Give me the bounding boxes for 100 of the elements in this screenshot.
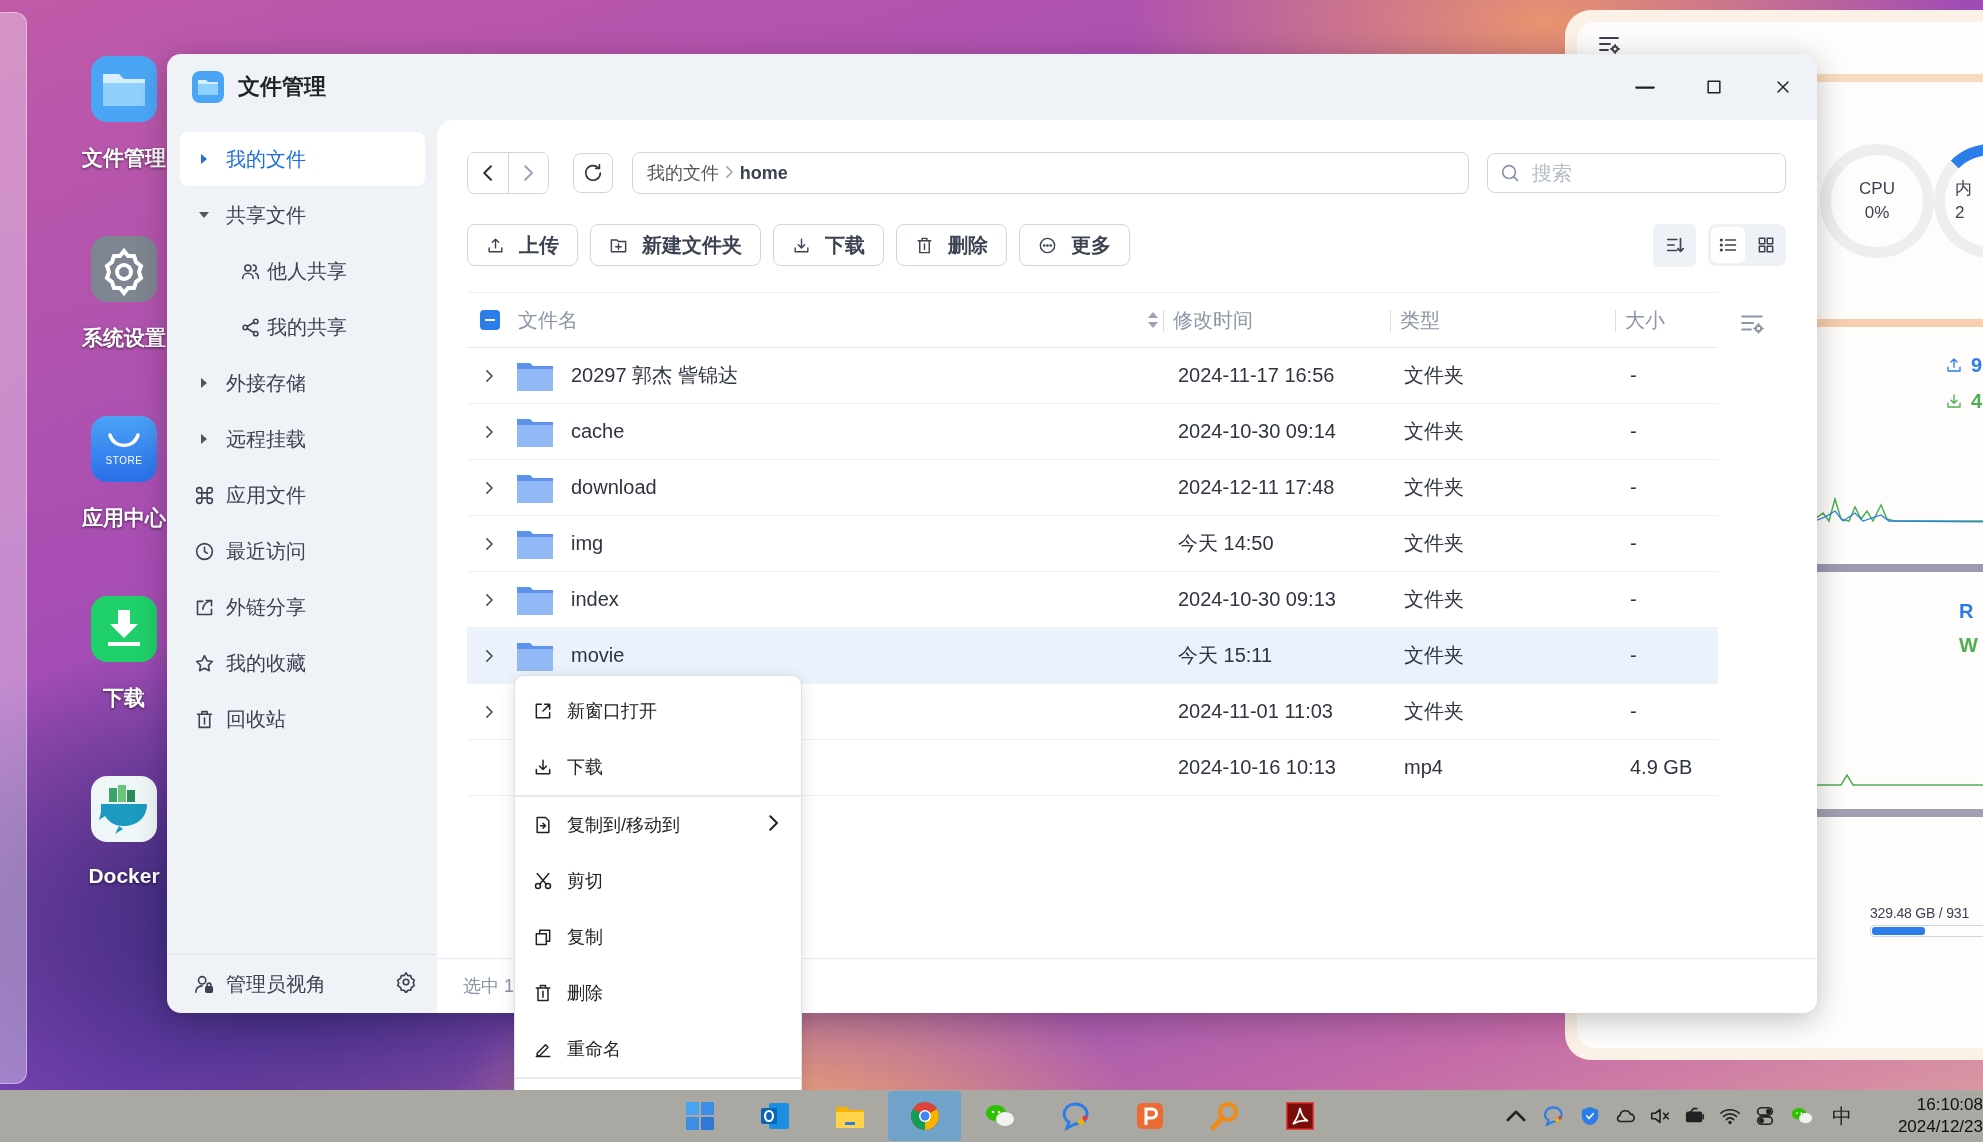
- sidebar-item[interactable]: 我的收藏: [180, 636, 425, 690]
- modified-time: 2024-11-17 16:56: [1178, 364, 1335, 387]
- sidebar-item[interactable]: 外接存储: [180, 356, 425, 410]
- file-size: 4.9 GB: [1630, 756, 1693, 779]
- file-size: -: [1630, 420, 1637, 443]
- table-row[interactable]: cache 2024-10-30 09:14 文件夹 -: [467, 404, 1718, 460]
- modified-time: 2024-11-01 11:03: [1178, 700, 1333, 723]
- new-folder-button[interactable]: 新建文件夹: [590, 224, 761, 266]
- upload-speed: 9: [1971, 353, 1983, 377]
- file-name[interactable]: index: [571, 588, 619, 611]
- upload-button[interactable]: 上传: [467, 224, 578, 266]
- forward-icon[interactable]: [485, 480, 494, 495]
- forward-icon: [522, 164, 535, 182]
- star-icon: [193, 652, 215, 674]
- gauge-label: CPU: [1859, 177, 1895, 200]
- file-name[interactable]: movie: [571, 644, 625, 667]
- sidebar-item[interactable]: 共享文件: [180, 188, 425, 242]
- download-button[interactable]: 下载: [773, 224, 884, 266]
- caret-right-icon[interactable]: [199, 152, 209, 166]
- caret-down-icon[interactable]: [197, 210, 211, 220]
- file-type: 文件夹: [1404, 699, 1464, 724]
- whale-app-icon[interactable]: [91, 776, 157, 842]
- window-title: 文件管理: [238, 73, 326, 101]
- table-row[interactable]: img 今天 14:50 文件夹 -: [467, 516, 1718, 572]
- app-label[interactable]: Docker: [88, 864, 160, 888]
- file-type: 文件夹: [1404, 531, 1464, 556]
- app-label[interactable]: 文件管理: [82, 144, 166, 172]
- search-icon: [1499, 162, 1521, 184]
- file-type: mp4: [1404, 756, 1443, 779]
- refresh-button[interactable]: [573, 153, 613, 193]
- delete-button[interactable]: 删除: [896, 224, 1007, 266]
- file-size: -: [1630, 532, 1637, 555]
- app-label[interactable]: 系统设置: [82, 324, 166, 352]
- refresh-icon: [582, 162, 604, 184]
- sidebar-item[interactable]: 外链分享: [180, 580, 425, 634]
- input-method[interactable]: 中: [1832, 1102, 1852, 1130]
- forward-icon[interactable]: [485, 592, 494, 607]
- folder-app-icon[interactable]: [91, 56, 157, 122]
- store-app-icon[interactable]: STORE: [91, 416, 157, 482]
- open-external-icon: [533, 701, 553, 721]
- settings-icon[interactable]: [395, 970, 417, 993]
- sidebar-item[interactable]: 我的共享: [180, 300, 425, 354]
- sidebar-item[interactable]: 应用文件: [180, 468, 425, 522]
- forward-icon[interactable]: [485, 368, 494, 383]
- list-view-button[interactable]: [1711, 227, 1745, 263]
- breadcrumb-item[interactable]: home: [739, 162, 788, 184]
- toggle-icon[interactable]: [1754, 1105, 1776, 1127]
- app-label[interactable]: 应用中心: [82, 504, 166, 532]
- admin-view-label[interactable]: 管理员视角: [226, 970, 326, 998]
- forward-icon[interactable]: [485, 648, 494, 663]
- table-row[interactable]: 20297 郭杰 訾锦达 2024-11-17 16:56 文件夹 -: [467, 348, 1718, 404]
- forward-icon: [725, 164, 734, 179]
- file-name[interactable]: 20297 郭杰 訾锦达: [571, 362, 738, 389]
- gear-app-icon[interactable]: [91, 236, 157, 302]
- trash-icon: [915, 235, 934, 255]
- table-row[interactable]: movie 今天 15:11 文件夹 -: [467, 628, 1718, 684]
- select-all-checkbox[interactable]: [480, 310, 500, 330]
- forward-icon[interactable]: [485, 704, 494, 719]
- sidebar-item[interactable]: 回收站: [180, 692, 425, 746]
- modified-time: 2024-10-30 09:14: [1178, 420, 1336, 443]
- sidebar-item[interactable]: 我的文件: [180, 132, 425, 186]
- file-size: -: [1630, 644, 1637, 667]
- caret-right-icon[interactable]: [199, 432, 209, 446]
- clock-time[interactable]: 16:10:08: [1916, 1093, 1983, 1116]
- forward-icon[interactable]: [485, 536, 494, 551]
- clock-date[interactable]: 2024/12/23: [1897, 1116, 1983, 1139]
- sidebar-item[interactable]: 最近访问: [180, 524, 425, 578]
- menu-item[interactable]: 删除: [515, 965, 801, 1021]
- gauge-value: 2: [1955, 201, 1965, 224]
- trash-icon: [533, 983, 553, 1003]
- file-size: -: [1630, 700, 1637, 723]
- caret-right-icon[interactable]: [199, 376, 209, 390]
- upload-icon: [1945, 356, 1963, 374]
- menu-item[interactable]: 复制: [515, 909, 801, 965]
- file-arrow-icon: [533, 815, 553, 835]
- app-label[interactable]: 下载: [103, 684, 145, 712]
- chevron-up-icon[interactable]: [1505, 1109, 1527, 1123]
- file-name[interactable]: img: [571, 532, 604, 555]
- modified-time: 2024-10-16 10:13: [1178, 756, 1336, 779]
- more-button[interactable]: 更多: [1019, 224, 1130, 266]
- file-name[interactable]: download: [571, 476, 657, 499]
- breadcrumb-item[interactable]: 我的文件: [647, 161, 719, 185]
- sidebar-item[interactable]: 远程挂载: [180, 412, 425, 466]
- sort-button[interactable]: [1653, 223, 1696, 267]
- file-name[interactable]: cache: [571, 420, 625, 443]
- menu-item[interactable]: 下载: [515, 739, 801, 795]
- download-icon: [792, 235, 811, 255]
- modified-time: 今天 14:50: [1178, 531, 1274, 556]
- shield-icon[interactable]: [1579, 1105, 1601, 1127]
- menu-item[interactable]: 剪切: [515, 853, 801, 909]
- download-app-icon[interactable]: [91, 596, 157, 662]
- user-lock-icon: [193, 973, 215, 995]
- modified-time: 今天 15:11: [1178, 643, 1273, 668]
- menu-item[interactable]: 重命名: [515, 1021, 801, 1077]
- menu-item[interactable]: 复制到/移动到: [515, 797, 801, 853]
- table-row[interactable]: download 2024-12-11 17:48 文件夹 -: [467, 460, 1718, 516]
- sidebar-item[interactable]: 他人共享: [180, 244, 425, 298]
- menu-item[interactable]: 新窗口打开: [515, 683, 801, 739]
- forward-icon[interactable]: [485, 424, 494, 439]
- search-field[interactable]: 搜索: [1487, 153, 1786, 193]
